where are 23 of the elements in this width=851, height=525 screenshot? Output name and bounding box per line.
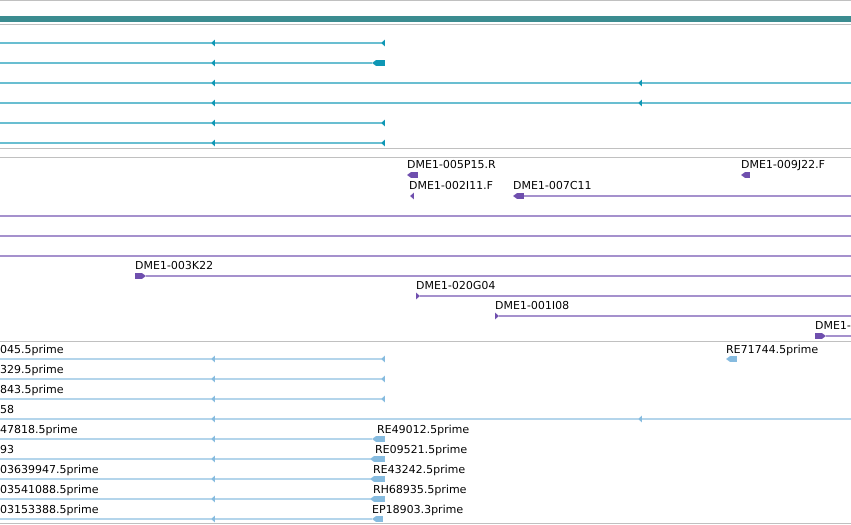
feature-label: DME1-007C11 — [513, 179, 592, 192]
feature-label: 329.5prime — [0, 363, 64, 376]
feature-label: DME1-020G04 — [416, 279, 496, 292]
feature-label: DME1- — [815, 319, 851, 332]
feature-label: RE43242.5prime — [373, 463, 466, 476]
feature-label: DME1-001I08 — [495, 299, 570, 312]
feature-label: EP18903.3prime — [372, 503, 464, 516]
feature-label: RE09521.5prime — [375, 443, 468, 456]
feature-label: RH68935.5prime — [373, 483, 466, 496]
feature-label: 03639947.5prime — [0, 463, 99, 476]
feature-label: RE71744.5prime — [726, 343, 818, 356]
feature-label: 843.5prime — [0, 383, 64, 396]
feature-label: RE49012.5prime — [377, 423, 470, 436]
feature-label: DME1-009J22.F — [741, 158, 825, 171]
feature-label: 045.5prime — [0, 343, 64, 356]
feature-label: DME1-002I11.F — [409, 179, 493, 192]
feature-label: 47818.5prime — [0, 423, 78, 436]
feature-label: 58 — [0, 403, 14, 416]
feature-label: 03153388.5prime — [0, 503, 99, 516]
feature-label: 03541088.5prime — [0, 483, 99, 496]
feature-label: DME1-003K22 — [135, 259, 214, 272]
feature-label: 93 — [0, 443, 14, 456]
feature-label: DME1-005P15.R — [407, 158, 496, 171]
